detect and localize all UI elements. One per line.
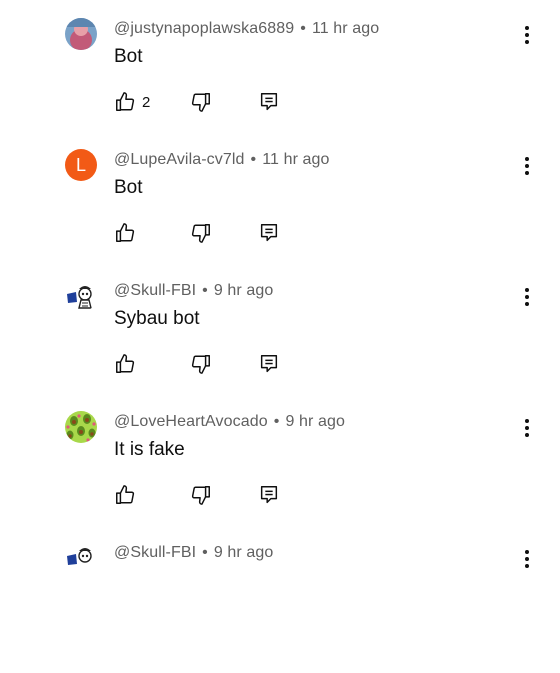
avatar[interactable] [65, 542, 97, 574]
comment-author[interactable]: @LupeAvila-cv7ld [114, 151, 245, 168]
comment-time[interactable]: 11 hr ago [312, 20, 379, 37]
reply-icon [258, 222, 280, 244]
comment-meta: @Skull-FBI • 9 hr ago [114, 544, 273, 562]
avatar[interactable] [65, 280, 97, 312]
thumb-up-icon [114, 353, 136, 375]
comment-text: Bot [114, 177, 143, 198]
comment-author[interactable]: @LoveHeartAvocado [114, 413, 268, 430]
comment-text: It is fake [114, 439, 185, 460]
comment-item: @Skull-FBI • 9 hr ago Sybau bot [0, 280, 560, 411]
like-button[interactable] [114, 352, 136, 376]
more-options-button[interactable] [519, 548, 535, 570]
reply-button[interactable] [258, 483, 280, 507]
thumb-down-icon [190, 353, 212, 375]
more-options-button[interactable] [519, 417, 535, 439]
reply-icon [258, 91, 280, 113]
reply-icon [258, 353, 280, 375]
comment-text: Bot [114, 46, 143, 67]
comment-meta: @LupeAvila-cv7ld • 11 hr ago [114, 151, 330, 169]
meta-separator: • [273, 413, 280, 430]
more-vertical-icon [519, 548, 535, 570]
more-vertical-icon [519, 417, 535, 439]
more-vertical-icon [519, 286, 535, 308]
comment-meta: @LoveHeartAvocado • 9 hr ago [114, 413, 345, 431]
dislike-button[interactable] [190, 483, 212, 507]
like-count: 2 [142, 93, 151, 111]
thumb-down-icon [190, 91, 212, 113]
meta-separator: • [202, 282, 208, 299]
comment-time[interactable]: 11 hr ago [262, 151, 329, 168]
meta-separator: • [250, 151, 257, 168]
comment-item: @LoveHeartAvocado • 9 hr ago It is fake [0, 411, 560, 542]
reply-button[interactable] [258, 221, 280, 245]
thumb-up-icon [114, 484, 136, 506]
like-button[interactable] [114, 221, 136, 245]
avatar[interactable]: L [65, 149, 97, 181]
avatar[interactable] [65, 411, 97, 443]
comment-author[interactable]: @justynapoplawska6889 [114, 20, 294, 37]
comment-author[interactable]: @Skull-FBI [114, 282, 196, 299]
reply-button[interactable] [258, 352, 280, 376]
comment-item: L @LupeAvila-cv7ld • 11 hr ago Bot [0, 149, 560, 280]
more-vertical-icon [519, 24, 535, 46]
comment-meta: @justynapoplawska6889 • 11 hr ago [114, 20, 379, 38]
reply-button[interactable] [258, 90, 280, 114]
meta-separator: • [202, 544, 208, 561]
comment-time[interactable]: 9 hr ago [214, 282, 274, 299]
comment-time[interactable]: 9 hr ago [214, 544, 274, 561]
more-options-button[interactable] [519, 155, 535, 177]
avatar-letter: L [75, 154, 86, 175]
comment-text: Sybau bot [114, 308, 200, 329]
thumb-down-icon [190, 222, 212, 244]
dislike-button[interactable] [190, 221, 212, 245]
dislike-button[interactable] [190, 352, 212, 376]
dislike-button[interactable] [190, 90, 212, 114]
avatar[interactable] [65, 18, 97, 50]
thumb-up-icon [114, 91, 136, 113]
reply-icon [258, 484, 280, 506]
comment-item: @justynapoplawska6889 • 11 hr ago Bot 2 [0, 18, 560, 149]
thumb-down-icon [190, 484, 212, 506]
comment-author[interactable]: @Skull-FBI [114, 544, 196, 561]
thumb-up-icon [114, 222, 136, 244]
like-button[interactable]: 2 [114, 90, 150, 114]
more-vertical-icon [519, 155, 535, 177]
more-options-button[interactable] [519, 24, 535, 46]
comment-meta: @Skull-FBI • 9 hr ago [114, 282, 273, 300]
meta-separator: • [300, 20, 306, 37]
comment-item: @Skull-FBI • 9 hr ago [0, 542, 560, 673]
like-button[interactable] [114, 483, 136, 507]
comment-time[interactable]: 9 hr ago [285, 413, 345, 430]
more-options-button[interactable] [519, 286, 535, 308]
